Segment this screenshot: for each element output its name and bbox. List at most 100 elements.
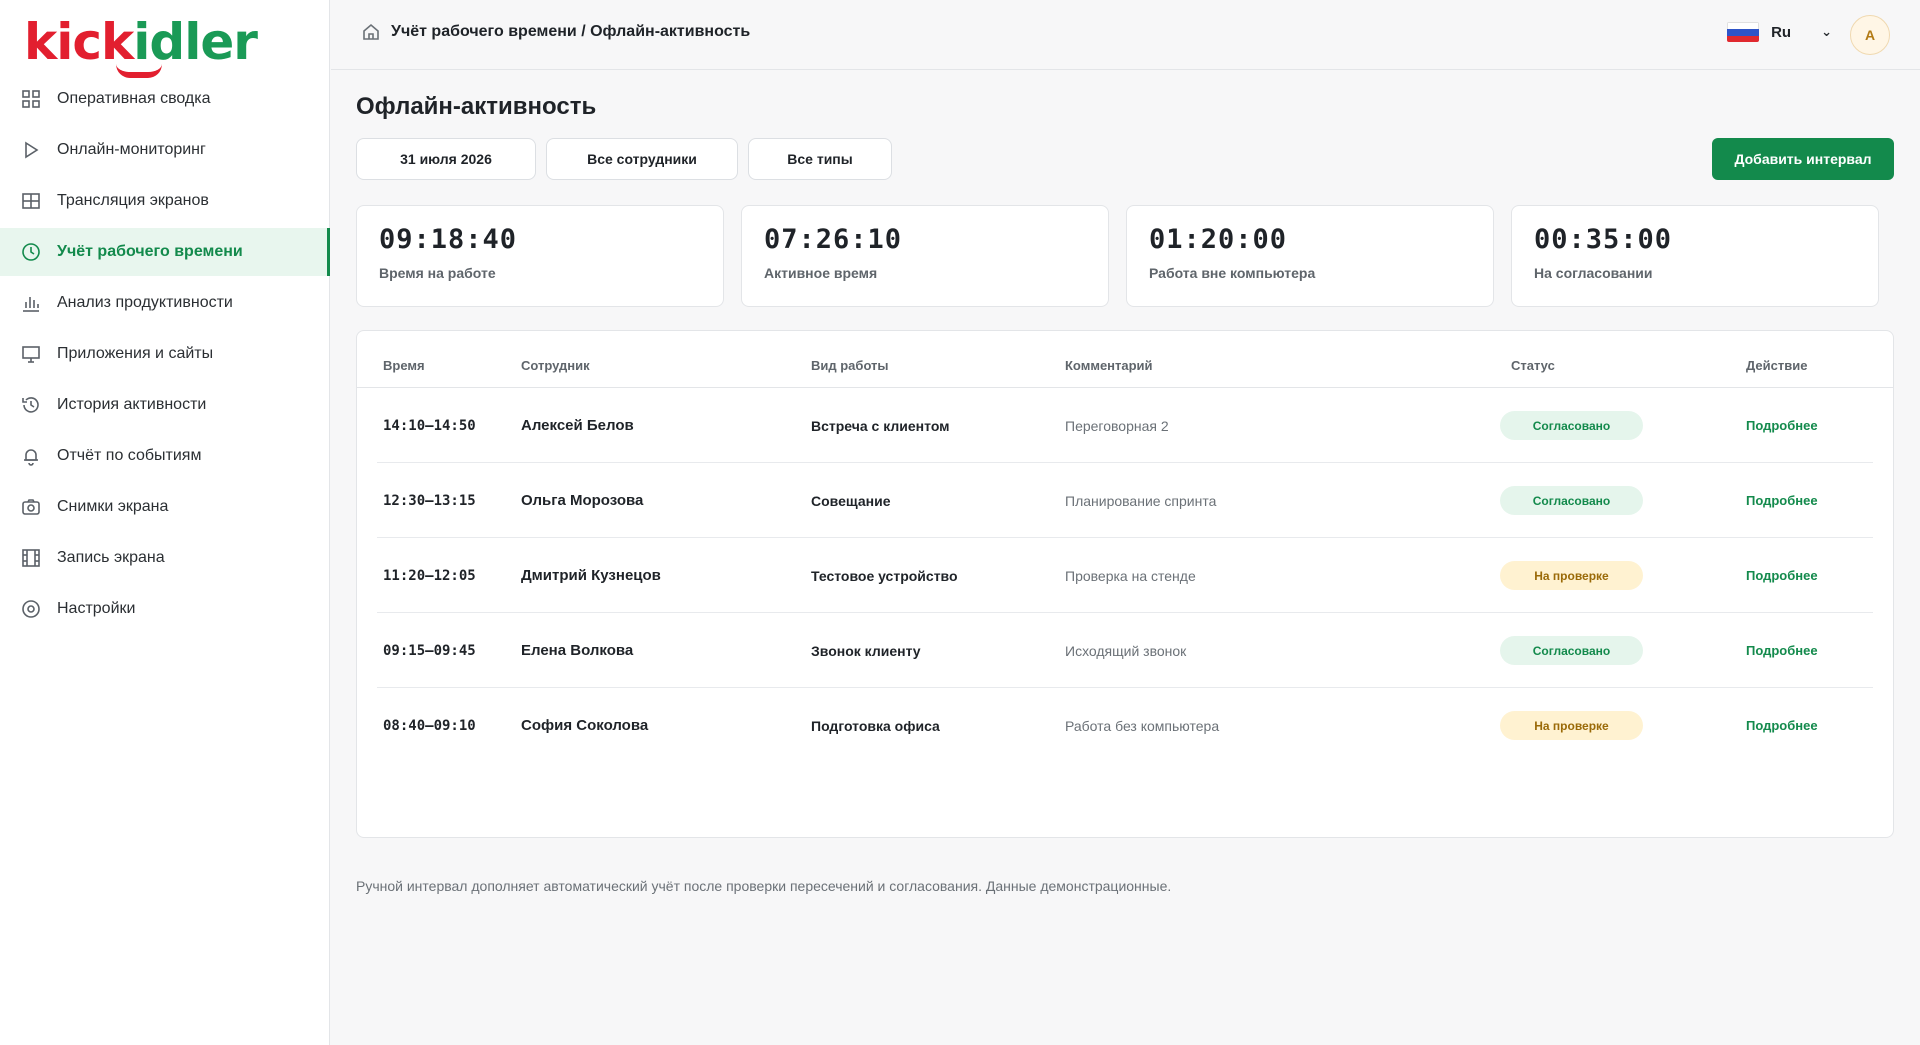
page-title: Офлайн-активность: [356, 93, 597, 120]
column-header-status[interactable]: Статус: [1511, 358, 1555, 373]
stat-label: Время на работе: [379, 265, 496, 281]
sidebar-item-label: Оперативная сводка: [57, 90, 211, 107]
table-row[interactable]: 12:30–13:15 Ольга Морозова Совещание Пла…: [377, 463, 1873, 538]
kickidler-logo[interactable]: kickidler: [24, 12, 258, 78]
language-label: Ru: [1771, 23, 1792, 41]
play-icon: [20, 139, 42, 161]
avatar[interactable]: A: [1850, 15, 1890, 55]
sidebar-item-label: Приложения и сайты: [57, 345, 214, 362]
table-icon: [20, 190, 42, 212]
status-badge: Согласовано: [1500, 486, 1643, 515]
cell-time: 11:20–12:05: [383, 567, 476, 584]
cell-employee: Ольга Морозова: [521, 492, 644, 509]
stat-card-pending: 00:35:00 На согласовании: [1511, 205, 1879, 307]
employees-filter[interactable]: Все сотрудники: [546, 138, 738, 180]
cell-time: 09:15–09:45: [383, 642, 476, 659]
status-badge: Согласовано: [1500, 411, 1643, 440]
table-row[interactable]: 11:20–12:05 Дмитрий Кузнецов Тестовое ус…: [377, 538, 1873, 613]
sidebar-nav: Оперативная сводка Онлайн-мониторинг Тра…: [0, 75, 330, 636]
sidebar-item-apps-sites[interactable]: Приложения и сайты: [0, 330, 330, 378]
cell-time: 08:40–09:10: [383, 717, 476, 734]
cell-time: 14:10–14:50: [383, 417, 476, 434]
settings-icon: [20, 598, 42, 620]
stats-row: 09:18:40 Время на работе 07:26:10 Активн…: [356, 205, 1879, 307]
language-selector[interactable]: Ru ⌄: [1727, 22, 1832, 42]
cell-type: Встреча с клиентом: [811, 417, 950, 434]
sidebar-item-label: История активности: [57, 396, 207, 413]
stat-value: 01:20:00: [1149, 224, 1288, 255]
sidebar-item-label: Анализ продуктивности: [57, 294, 233, 311]
sidebar-item-activity-history[interactable]: История активности: [0, 381, 330, 429]
bell-icon: [20, 445, 42, 467]
sidebar-item-online-monitoring[interactable]: Онлайн-мониторинг: [0, 126, 330, 174]
sidebar: kickidler Оперативная сводка Онлайн-мони…: [0, 0, 330, 1045]
russia-flag-icon: [1727, 22, 1760, 42]
sidebar-item-productivity[interactable]: Анализ продуктивности: [0, 279, 330, 327]
history-icon: [20, 394, 42, 416]
add-interval-button[interactable]: Добавить интервал: [1712, 138, 1894, 180]
sidebar-item-label: Настройки: [57, 600, 136, 617]
stat-label: На согласовании: [1534, 265, 1653, 281]
status-badge: На проверке: [1500, 711, 1643, 740]
column-header-comment[interactable]: Комментарий: [1065, 358, 1153, 373]
sidebar-item-label: Запись экрана: [57, 549, 165, 566]
sidebar-item-label: Учёт рабочего времени: [57, 243, 243, 260]
details-link[interactable]: Подробнее: [1746, 568, 1818, 583]
breadcrumb-text: Учёт рабочего времени / Офлайн-активност…: [391, 23, 751, 40]
sidebar-item-label: Снимки экрана: [57, 498, 169, 515]
types-filter[interactable]: Все типы: [748, 138, 892, 180]
top-header: Учёт рабочего времени / Офлайн-активност…: [331, 0, 1920, 70]
cell-type: Подготовка офиса: [811, 717, 940, 734]
cell-comment: Планирование спринта: [1065, 492, 1217, 509]
cell-employee: София Соколова: [521, 717, 649, 734]
cell-employee: Алексей Белов: [521, 417, 634, 434]
table-row[interactable]: 08:40–09:10 София Соколова Подготовка оф…: [377, 688, 1873, 763]
details-link[interactable]: Подробнее: [1746, 718, 1818, 733]
column-header-action[interactable]: Действие: [1746, 358, 1807, 373]
cell-employee: Дмитрий Кузнецов: [521, 567, 661, 584]
sidebar-item-time-tracking[interactable]: Учёт рабочего времени: [0, 228, 330, 276]
details-link[interactable]: Подробнее: [1746, 643, 1818, 658]
sidebar-item-screenshots[interactable]: Снимки экрана: [0, 483, 330, 531]
column-header-time[interactable]: Время: [383, 358, 425, 373]
cell-type: Совещание: [811, 492, 891, 509]
bar-chart-icon: [20, 292, 42, 314]
stat-value: 09:18:40: [379, 224, 518, 255]
logo-text-kick: kick: [24, 13, 134, 71]
logo-text-idler: idler: [133, 13, 258, 71]
home-icon[interactable]: [361, 22, 381, 42]
status-badge: Согласовано: [1500, 636, 1643, 665]
cell-comment: Переговорная 2: [1065, 417, 1169, 434]
cell-employee: Елена Волкова: [521, 642, 634, 659]
date-filter[interactable]: 31 июля 2026: [356, 138, 536, 180]
camera-icon: [20, 496, 42, 518]
table-header: Время Сотрудник Вид работы Комментарий С…: [357, 331, 1893, 388]
sidebar-item-label: Отчёт по событиям: [57, 447, 202, 464]
table-row[interactable]: 09:15–09:45 Елена Волкова Звонок клиенту…: [377, 613, 1873, 688]
breadcrumb: Учёт рабочего времени / Офлайн-активност…: [361, 22, 750, 42]
sidebar-item-event-report[interactable]: Отчёт по событиям: [0, 432, 330, 480]
cell-comment: Работа без компьютера: [1065, 717, 1220, 734]
details-link[interactable]: Подробнее: [1746, 493, 1818, 508]
column-header-type[interactable]: Вид работы: [811, 358, 889, 373]
sidebar-item-screen-recording[interactable]: Запись экрана: [0, 534, 330, 582]
cell-type: Тестовое устройство: [811, 567, 958, 584]
stat-card-active-time: 07:26:10 Активное время: [741, 205, 1109, 307]
filters-bar: 31 июля 2026 Все сотрудники Все типы: [356, 138, 892, 180]
details-link[interactable]: Подробнее: [1746, 418, 1818, 433]
stat-value: 07:26:10: [764, 224, 903, 255]
sidebar-item-label: Трансляция экранов: [57, 192, 209, 209]
stat-card-work-time: 09:18:40 Время на работе: [356, 205, 724, 307]
cell-time: 12:30–13:15: [383, 492, 476, 509]
clock-icon: [20, 241, 42, 263]
stat-label: Активное время: [764, 265, 878, 281]
column-header-employee[interactable]: Сотрудник: [521, 358, 590, 373]
sidebar-item-screen-broadcast[interactable]: Трансляция экранов: [0, 177, 330, 225]
sidebar-item-settings[interactable]: Настройки: [0, 585, 330, 633]
table-row[interactable]: 14:10–14:50 Алексей Белов Встреча с клие…: [377, 388, 1873, 463]
sidebar-item-summary[interactable]: Оперативная сводка: [0, 75, 330, 123]
cell-comment: Исходящий звонок: [1065, 642, 1187, 659]
stat-card-offline-work: 01:20:00 Работа вне компьютера: [1126, 205, 1494, 307]
offline-activity-table: Время Сотрудник Вид работы Комментарий С…: [356, 330, 1894, 838]
chevron-down-icon: ⌄: [1821, 24, 1832, 39]
